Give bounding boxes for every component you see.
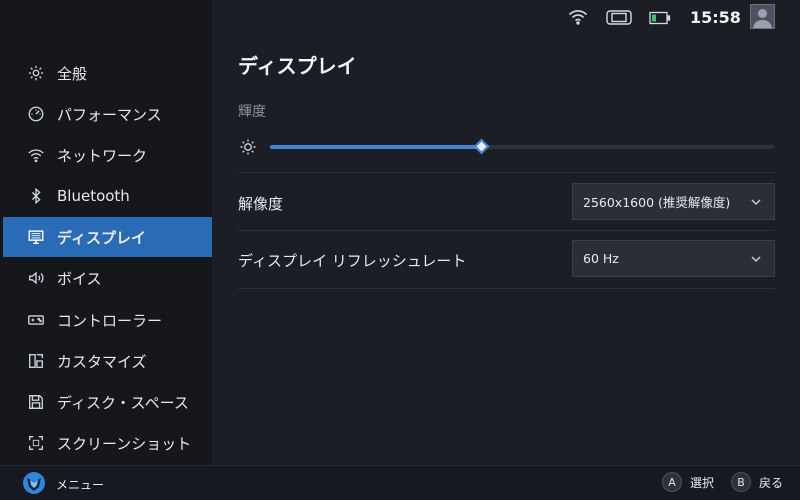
sidebar-item-controller[interactable]: コントローラー [3, 300, 212, 340]
battery-icon [649, 10, 671, 29]
resolution-select-value: 2560x1600 (推奨解像度) [583, 195, 731, 210]
bluetooth-icon [27, 187, 45, 205]
brightness-slider[interactable] [270, 138, 775, 155]
chevron-down-icon [750, 253, 762, 265]
refresh-rate-label: ディスプレイ リフレッシュレート [238, 252, 467, 270]
disk-icon [27, 393, 45, 411]
hint-back-label: 戻る [759, 475, 784, 490]
sidebar-item-label: Bluetooth [57, 187, 130, 205]
controller-icon [27, 311, 45, 329]
hint-select-label: 選択 [690, 475, 715, 490]
speaker-icon [27, 269, 45, 287]
page-title: ディスプレイ [238, 54, 357, 78]
sidebar-item-label: ディスプレイ [57, 228, 146, 247]
wifi-icon [27, 146, 45, 164]
b-button-icon: B [731, 472, 751, 492]
wifi-icon [568, 9, 588, 29]
sidebar-item-label: ネットワーク [57, 146, 148, 165]
monitor-icon [27, 228, 45, 246]
sidebar-item-label: 全般 [57, 64, 88, 83]
status-time: 15:58 [690, 8, 741, 27]
sidebar-item-display[interactable]: ディスプレイ [3, 217, 212, 257]
hint-select[interactable]: A 選択 [662, 472, 714, 492]
sidebar-item-screenshot[interactable]: スクリーンショット [3, 423, 212, 463]
sidebar-item-bluetooth[interactable]: Bluetooth [3, 176, 212, 216]
footer-bar: メニュー A 選択 B 戻る [0, 465, 800, 500]
sidebar-item-label: コントローラー [57, 311, 163, 330]
sidebar-item-label: ディスク・スペース [57, 393, 189, 412]
divider [238, 288, 775, 289]
divider [238, 230, 775, 231]
handheld-device-icon [606, 10, 632, 29]
avatar[interactable] [750, 4, 775, 29]
sidebar-item-label: パフォーマンス [57, 105, 162, 124]
sidebar-item-label: カスタマイズ [57, 352, 147, 371]
avatar-icon [753, 9, 772, 28]
sidebar: 全般 パフォーマンス ネットワーク Bluetooth ディスプレイ ボイス コ… [0, 0, 212, 465]
sidebar-item-label: ボイス [57, 269, 102, 288]
screenshot-icon [27, 434, 45, 452]
grid-icon [27, 352, 45, 370]
brightness-label: 輝度 [238, 104, 266, 120]
sidebar-item-voice[interactable]: ボイス [3, 258, 212, 298]
sidebar-item-label: スクリーンショット [57, 434, 192, 453]
resolution-label: 解像度 [238, 195, 284, 213]
sidebar-item-customize[interactable]: カスタマイズ [3, 341, 212, 381]
sidebar-item-performance[interactable]: パフォーマンス [3, 94, 212, 134]
refresh-rate-select[interactable]: 60 Hz [572, 240, 775, 277]
menu-logo-icon[interactable] [22, 471, 46, 495]
refresh-rate-select-value: 60 Hz [583, 251, 619, 266]
brightness-slider-fill [270, 145, 482, 149]
gauge-icon [27, 105, 45, 123]
chevron-down-icon [750, 196, 762, 208]
gear-icon [27, 64, 45, 82]
sun-icon [238, 137, 258, 157]
sidebar-item-network[interactable]: ネットワーク [3, 135, 212, 175]
resolution-select[interactable]: 2560x1600 (推奨解像度) [572, 183, 775, 220]
a-button-icon: A [662, 472, 682, 492]
hint-back[interactable]: B 戻る [731, 472, 783, 492]
menu-label: メニュー [56, 478, 105, 492]
sidebar-item-disk-space[interactable]: ディスク・スペース [3, 382, 212, 422]
divider [238, 172, 775, 173]
sidebar-item-general[interactable]: 全般 [3, 53, 212, 93]
